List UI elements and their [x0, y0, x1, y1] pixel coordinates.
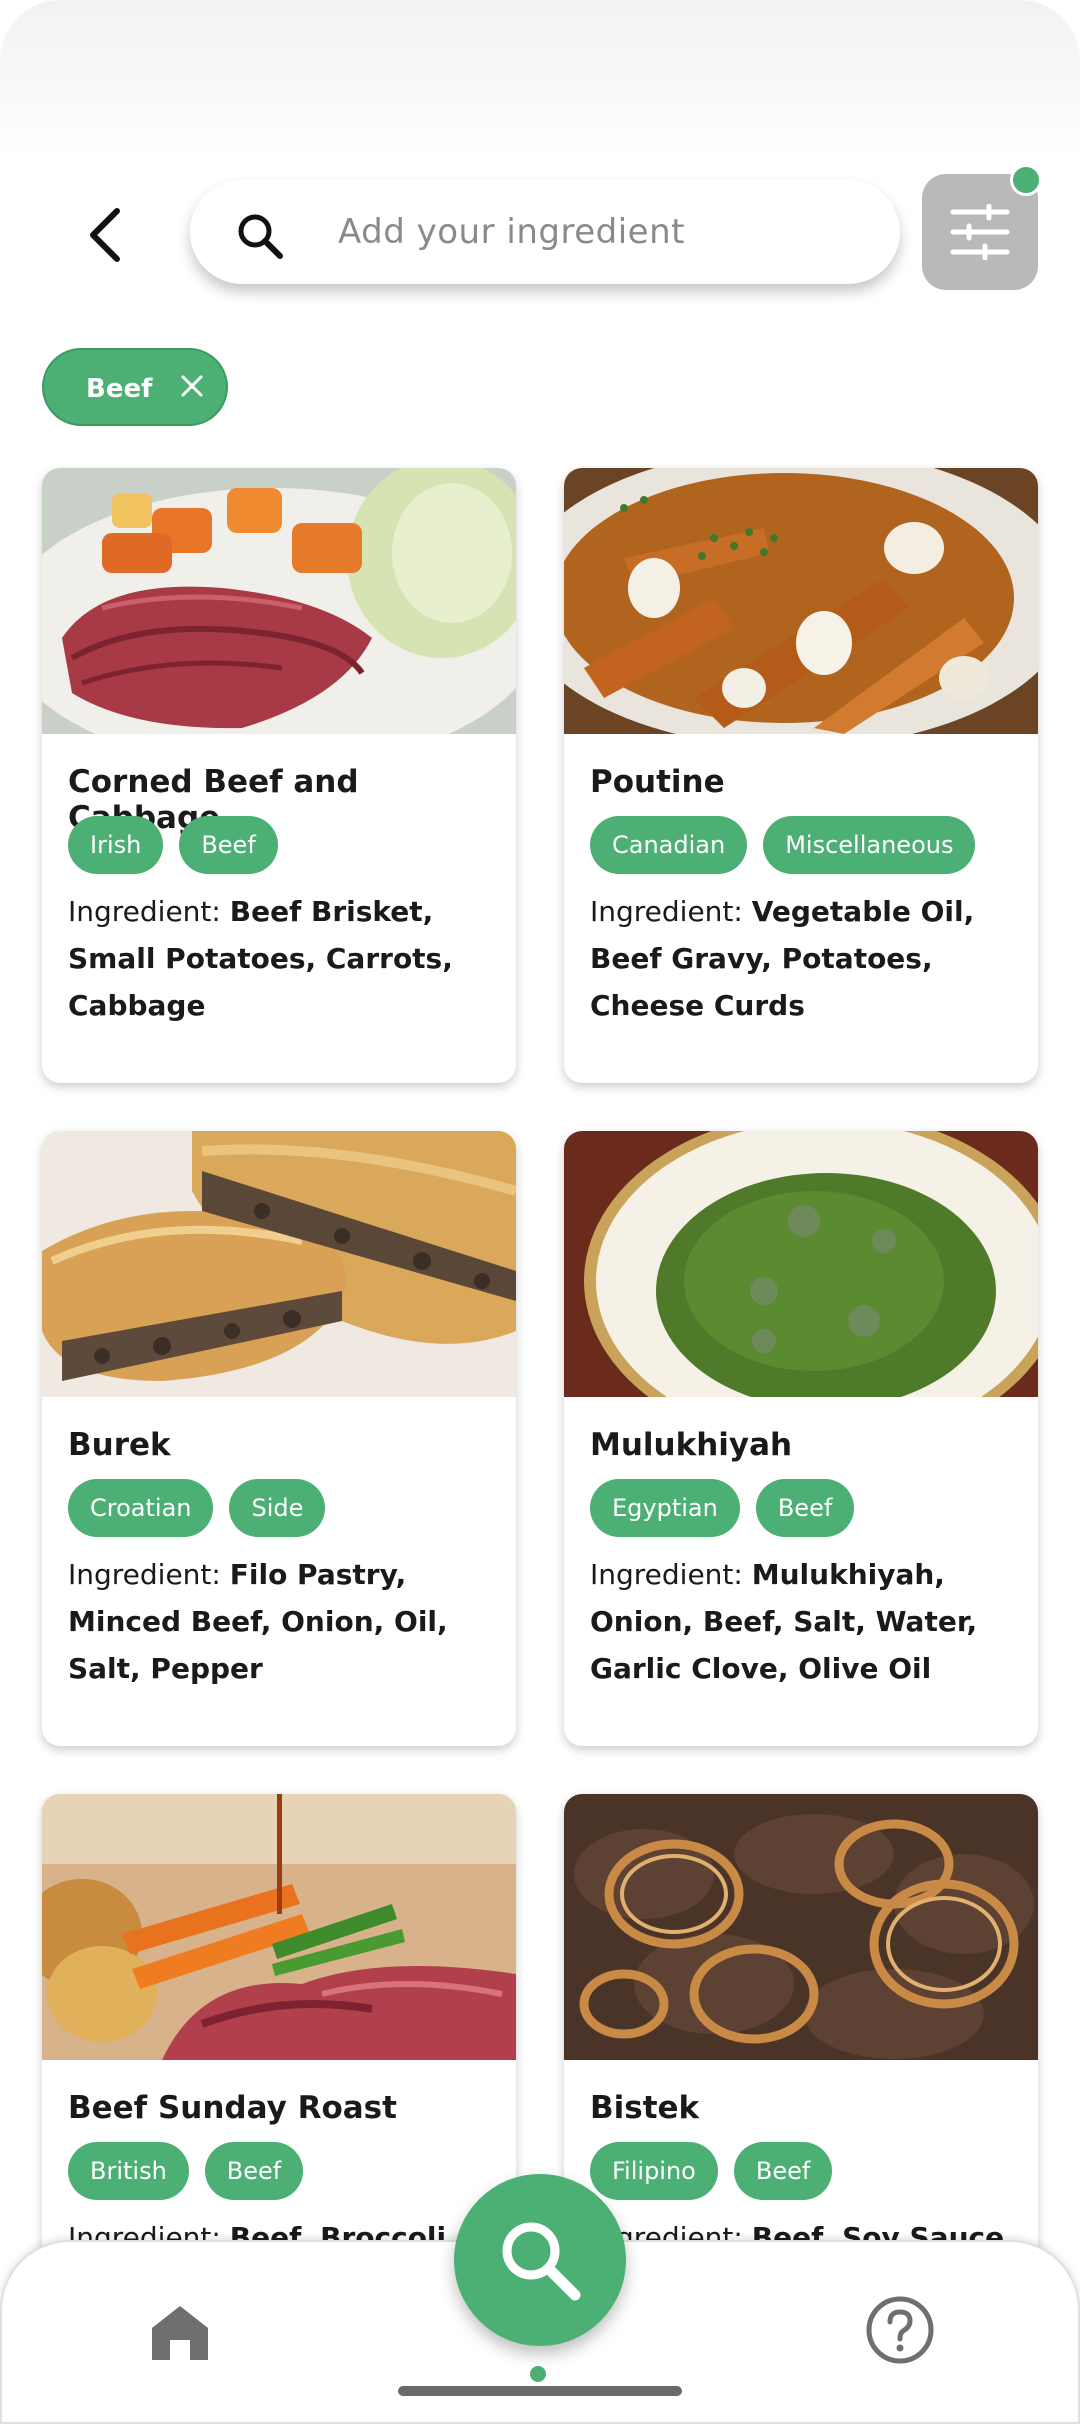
- recipe-tags: Canadian Miscellaneous: [590, 816, 976, 874]
- recipe-card[interactable]: Mulukhiyah Egyptian Beef Ingredient: Mul…: [564, 1131, 1038, 1746]
- system-home-indicator[interactable]: [398, 2386, 682, 2396]
- ingredient-label: Ingredient:: [590, 895, 752, 928]
- help-icon[interactable]: [864, 2294, 936, 2366]
- recipe-tag: Miscellaneous: [763, 816, 976, 874]
- recipe-tag: British: [68, 2142, 189, 2200]
- recipe-tag: Beef: [733, 2142, 833, 2200]
- recipe-tag: Side: [229, 1479, 326, 1537]
- filter-chip-beef[interactable]: Beef: [42, 348, 228, 426]
- recipe-tag: Filipino: [590, 2142, 718, 2200]
- recipe-ingredients: Ingredient: Vegetable Oil, Beef Gravy, P…: [590, 888, 1020, 1029]
- recipe-title: Burek: [68, 1427, 171, 1463]
- recipe-image: [564, 468, 1038, 734]
- ingredient-label: Ingredient:: [68, 895, 230, 928]
- recipe-image: [42, 468, 516, 734]
- recipe-ingredients: Ingredient: Filo Pastry, Minced Beef, On…: [68, 1551, 498, 1692]
- recipe-image: [42, 1794, 516, 2060]
- sliders-icon: [950, 204, 1010, 260]
- search-fab-button[interactable]: [454, 2174, 626, 2346]
- recipe-title: Beef Sunday Roast: [68, 2090, 397, 2126]
- search-input[interactable]: Add your ingredient: [190, 180, 900, 284]
- recipe-tags: Filipino Beef: [590, 2142, 833, 2200]
- filter-chip-label: Beef: [86, 374, 153, 404]
- recipe-title: Poutine: [590, 764, 725, 800]
- active-indicator-dot: [530, 2366, 546, 2382]
- recipe-image: [42, 1131, 516, 1397]
- recipe-tags: Croatian Side: [68, 1479, 326, 1537]
- recipe-ingredients: Ingredient: Mulukhiyah, Onion, Beef, Sal…: [590, 1551, 1020, 1692]
- recipe-tags: Egyptian Beef: [590, 1479, 855, 1537]
- recipe-tag: Beef: [755, 1479, 855, 1537]
- recipe-card[interactable]: Burek Croatian Side Ingredient: Filo Pas…: [42, 1131, 516, 1746]
- search-icon: [234, 210, 286, 262]
- recipe-image: [564, 1131, 1038, 1397]
- recipe-tags: British Beef: [68, 2142, 304, 2200]
- recipe-tag: Beef: [179, 816, 278, 874]
- filter-active-indicator: [1010, 164, 1042, 196]
- recipe-title: Bistek: [590, 2090, 700, 2126]
- recipe-image: [564, 1794, 1038, 2060]
- recipe-title: Mulukhiyah: [590, 1427, 793, 1463]
- status-area: [0, 0, 1080, 160]
- close-icon[interactable]: [172, 366, 212, 406]
- ingredient-label: Ingredient:: [68, 1558, 230, 1591]
- back-button[interactable]: [70, 200, 140, 270]
- recipe-tag: Croatian: [68, 1479, 214, 1537]
- recipe-ingredients: Ingredient: Beef Brisket, Small Potatoes…: [68, 888, 498, 1029]
- recipe-card[interactable]: Poutine Canadian Miscellaneous Ingredien…: [564, 468, 1038, 1083]
- recipe-tag: Beef: [204, 2142, 304, 2200]
- recipe-tag: Canadian: [590, 816, 748, 874]
- search-icon: [502, 2222, 581, 2301]
- ingredient-label: Ingredient:: [590, 1558, 752, 1591]
- recipe-card[interactable]: Corned Beef and Cabbage Irish Beef Ingre…: [42, 468, 516, 1083]
- home-icon[interactable]: [148, 2300, 212, 2364]
- recipe-tag: Irish: [68, 816, 164, 874]
- recipe-tags: Irish Beef: [68, 816, 278, 874]
- recipe-tag: Egyptian: [590, 1479, 740, 1537]
- search-placeholder: Add your ingredient: [338, 212, 685, 252]
- chevron-left-icon: [90, 208, 120, 262]
- header: Add your ingredient: [0, 164, 1080, 300]
